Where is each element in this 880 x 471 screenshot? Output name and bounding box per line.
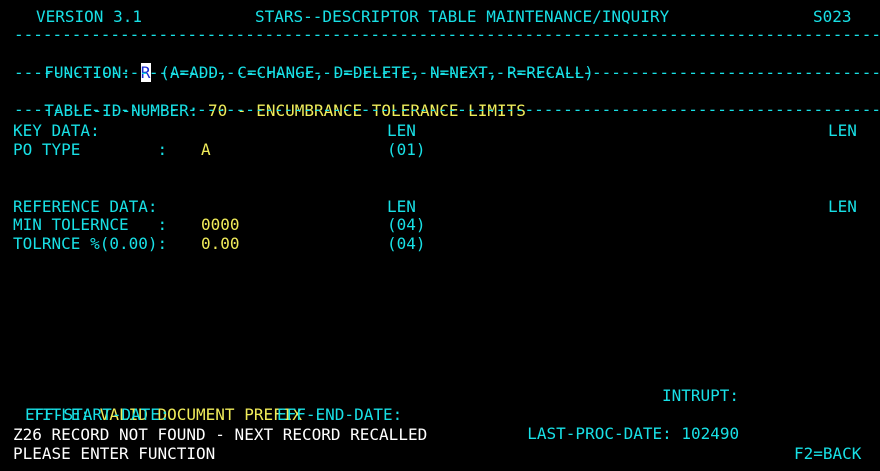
- screen-id: S023: [813, 7, 852, 26]
- ref-len-header-right: LEN: [828, 197, 857, 216]
- ref-len-header: LEN: [387, 197, 416, 216]
- min-tolerance-label: MIN TOLERNCE :: [13, 215, 177, 234]
- f2-back-key[interactable]: F2=BACK: [794, 444, 861, 463]
- po-type-label: PO TYPE :: [13, 140, 177, 159]
- last-proc-date-label: LAST-PROC-DATE:: [527, 424, 682, 443]
- last-proc-date-row: LAST-PROC-DATE: 102490: [508, 405, 739, 443]
- prompt-message: PLEASE ENTER FUNCTION: [13, 444, 216, 463]
- version-label: VERSION 3.1: [36, 7, 142, 26]
- intrupt-label: INTRUPT:: [662, 386, 740, 405]
- tolerance-pct-len: (04): [387, 234, 426, 253]
- separator-3: ----------------------------------------…: [14, 100, 880, 119]
- min-tolerance-len: (04): [387, 215, 426, 234]
- key-len-header-right: LEN: [828, 121, 857, 140]
- key-len-header: LEN: [387, 121, 416, 140]
- screen-title: STARS--DESCRIPTOR TABLE MAINTENANCE/INQU…: [255, 7, 670, 26]
- min-tolerance-input[interactable]: 0000: [201, 215, 240, 234]
- po-type-len: (01): [387, 140, 426, 159]
- last-proc-date-value: 102490: [681, 424, 740, 443]
- eff-start-date-label: EFF-START-DATE:: [25, 405, 170, 424]
- tolerance-pct-input[interactable]: 0.00: [201, 234, 240, 253]
- eff-end-date-label: EFF-END-DATE:: [277, 405, 403, 424]
- tolerance-pct-label: TOLRNCE %(0.00):: [13, 234, 177, 253]
- po-type-input[interactable]: A: [201, 140, 211, 159]
- status-message: Z26 RECORD NOT FOUND - NEXT RECORD RECAL…: [13, 425, 428, 444]
- separator-2: ----------------------------------------…: [14, 63, 880, 82]
- key-data-heading: KEY DATA:: [13, 121, 100, 140]
- separator-1: ----------------------------------------…: [14, 25, 880, 44]
- reference-data-heading: REFERENCE DATA:: [13, 197, 158, 216]
